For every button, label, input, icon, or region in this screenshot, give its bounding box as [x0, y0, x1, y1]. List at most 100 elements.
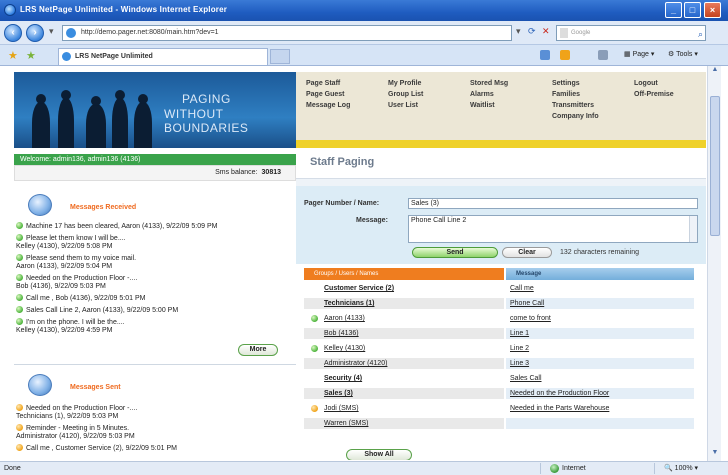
stored-message-link[interactable]: Phone Call	[506, 298, 694, 309]
recipient-name[interactable]: Jodi (SMS)	[304, 403, 504, 414]
nav-my-profile[interactable]: My Profile	[388, 78, 423, 89]
nav-stored-msg[interactable]: Stored Msg	[470, 78, 508, 89]
browser-tab[interactable]: LRS NetPage Unlimited	[58, 48, 268, 65]
page-menu[interactable]: ▦ Page ▾	[624, 50, 654, 58]
stored-message-link[interactable]: come to front	[506, 313, 694, 324]
recipient-name[interactable]: Security (4)	[304, 373, 504, 384]
scroll-up-icon[interactable]: ▲	[708, 66, 722, 78]
history-dropdown-icon[interactable]: ▾	[49, 26, 54, 37]
stored-message-link[interactable]: Sales Call	[506, 373, 694, 384]
status-green-icon	[16, 318, 23, 325]
recipient-row[interactable]: Technicians (1) Phone Call	[304, 298, 694, 309]
new-tab-button[interactable]	[270, 49, 290, 64]
stored-message-link[interactable]: Needed in the Parts Warehouse	[506, 403, 694, 414]
received-item[interactable]: Sales Call Line 2, Aaron (4133), 9/22/09…	[16, 306, 286, 315]
add-favorite-icon[interactable]: ★	[26, 49, 36, 62]
stored-message-link[interactable]: Needed on the Production Floor	[506, 388, 694, 399]
received-item-sender: Kelley (4130), 9/22/09 4:59 PM	[16, 327, 113, 334]
pager-number-input[interactable]: Sales (3)	[408, 198, 698, 209]
clear-button[interactable]: Clear	[502, 247, 552, 258]
maximize-button[interactable]: □	[684, 2, 701, 18]
stored-message-link[interactable]: Call me	[506, 283, 694, 294]
recipient-row[interactable]: Jodi (SMS) Needed in the Parts Warehouse	[304, 403, 694, 414]
received-item[interactable]: Please send them to my voice mail. Aaron …	[16, 254, 286, 271]
received-item[interactable]: Call me , Bob (4136), 9/22/09 5:01 PM	[16, 294, 286, 303]
back-icon[interactable]: ‹	[4, 24, 22, 42]
scroll-thumb[interactable]	[710, 96, 720, 236]
recipient-name[interactable]: Warren (SMS)	[304, 418, 504, 429]
top-navigation: Page Staff Page Guest Message Log My Pro…	[296, 72, 706, 140]
recipient-row[interactable]: Aaron (4133) come to front	[304, 313, 694, 324]
textarea-scrollbar[interactable]	[689, 216, 697, 242]
recipient-row[interactable]: Bob (4136) Line 1	[304, 328, 694, 339]
favorites-star-icon[interactable]: ★	[8, 49, 18, 62]
recipient-row[interactable]: Kelley (4130) Line 2	[304, 343, 694, 354]
show-all-button[interactable]: Show All	[346, 449, 412, 460]
minimize-button[interactable]: _	[665, 2, 682, 18]
received-item[interactable]: Please let them know I will be.... Kelley…	[16, 234, 286, 251]
message-value: Phone Call Line 2	[411, 217, 467, 224]
status-green-icon	[16, 274, 23, 281]
page-scrollbar[interactable]: ▲ ▼	[707, 66, 721, 461]
sent-item[interactable]: Needed on the Production Floor -.... Tech…	[16, 404, 286, 421]
recipient-name[interactable]: Kelley (4130)	[304, 343, 504, 354]
received-item[interactable]: Needed on the Production Floor -.... Bob …	[16, 274, 286, 291]
close-button[interactable]: ×	[704, 2, 721, 18]
recipient-row[interactable]: Warren (SMS)	[304, 418, 694, 429]
feeds-icon[interactable]	[560, 50, 570, 60]
sent-item[interactable]: Reminder - Meeting in 5 Minutes. Administ…	[16, 424, 286, 441]
zoom-level[interactable]: 🔍 100% ▾	[664, 462, 698, 475]
recipient-row[interactable]: Customer Service (2) Call me	[304, 283, 694, 294]
stored-message-link[interactable]: Line 1	[506, 328, 694, 339]
nav-logout[interactable]: Logout	[634, 78, 674, 89]
home-icon[interactable]	[540, 50, 550, 60]
received-item[interactable]: Machine 17 has been cleared, Aaron (4133…	[16, 222, 286, 231]
search-input[interactable]: Google ⌕	[556, 25, 706, 41]
url-field[interactable]: http://demo.pager.net:8080/main.htm?dev=…	[62, 25, 512, 41]
refresh-icon[interactable]: ⟳	[528, 26, 536, 37]
nav-group-list[interactable]: Group List	[388, 89, 423, 100]
nav-alarms[interactable]: Alarms	[470, 89, 508, 100]
messages-sent-title: Messages Sent	[70, 384, 121, 391]
stored-message-link[interactable]: Line 3	[506, 358, 694, 369]
characters-remaining: 132 characters remaining	[560, 249, 639, 256]
recipient-name[interactable]: Customer Service (2)	[304, 283, 504, 294]
recipient-name[interactable]: Bob (4136)	[304, 328, 504, 339]
nav-message-log[interactable]: Message Log	[306, 100, 350, 111]
nav-user-list[interactable]: User List	[388, 100, 423, 111]
stored-message-link[interactable]	[506, 418, 694, 429]
more-button[interactable]: More	[238, 344, 278, 356]
message-textarea[interactable]: Phone Call Line 2	[408, 215, 698, 243]
nav-page-guest[interactable]: Page Guest	[306, 89, 350, 100]
nav-settings[interactable]: Settings	[552, 78, 599, 89]
stored-message-link[interactable]: Line 2	[506, 343, 694, 354]
recipient-name[interactable]: Administrator (4120)	[304, 358, 504, 369]
nav-families[interactable]: Families	[552, 89, 599, 100]
nav-company-info[interactable]: Company Info	[552, 111, 599, 122]
status-green-icon	[16, 222, 23, 229]
recipient-name[interactable]: Aaron (4133)	[304, 313, 504, 324]
nav-transmitters[interactable]: Transmitters	[552, 100, 599, 111]
recipient-name[interactable]: Technicians (1)	[304, 298, 504, 309]
forward-icon[interactable]: ›	[26, 24, 44, 42]
nav-page-staff[interactable]: Page Staff	[306, 78, 350, 89]
stop-icon[interactable]: ✕	[542, 26, 550, 37]
search-icon[interactable]: ⌕	[698, 27, 703, 41]
scroll-down-icon[interactable]: ▼	[708, 449, 722, 461]
recipient-row[interactable]: Security (4) Sales Call	[304, 373, 694, 384]
recipient-row[interactable]: Sales (3) Needed on the Production Floor	[304, 388, 694, 399]
nav-off-premise[interactable]: Off-Premise	[634, 89, 674, 100]
sent-item-recipient: Administrator (4120), 9/22/09 5:03 PM	[16, 433, 135, 440]
recipient-name[interactable]: Sales (3)	[304, 388, 504, 399]
sent-item[interactable]: Call me , Customer Service (2), 9/22/09 …	[16, 444, 286, 453]
url-dropdown-icon[interactable]: ▾	[516, 26, 521, 37]
internet-zone-icon	[550, 464, 559, 473]
nav-waitlist[interactable]: Waitlist	[470, 100, 508, 111]
received-item-text: Sales Call Line 2, Aaron (4133), 9/22/09…	[26, 307, 179, 314]
received-item-text: Please let them know I will be....	[26, 235, 126, 242]
received-item[interactable]: I'm on the phone. I will be the.... Kelle…	[16, 318, 286, 335]
print-icon[interactable]	[598, 50, 608, 60]
tools-menu[interactable]: ⚙ Tools ▾	[668, 50, 698, 58]
send-button[interactable]: Send	[412, 247, 498, 258]
recipient-row[interactable]: Administrator (4120) Line 3	[304, 358, 694, 369]
